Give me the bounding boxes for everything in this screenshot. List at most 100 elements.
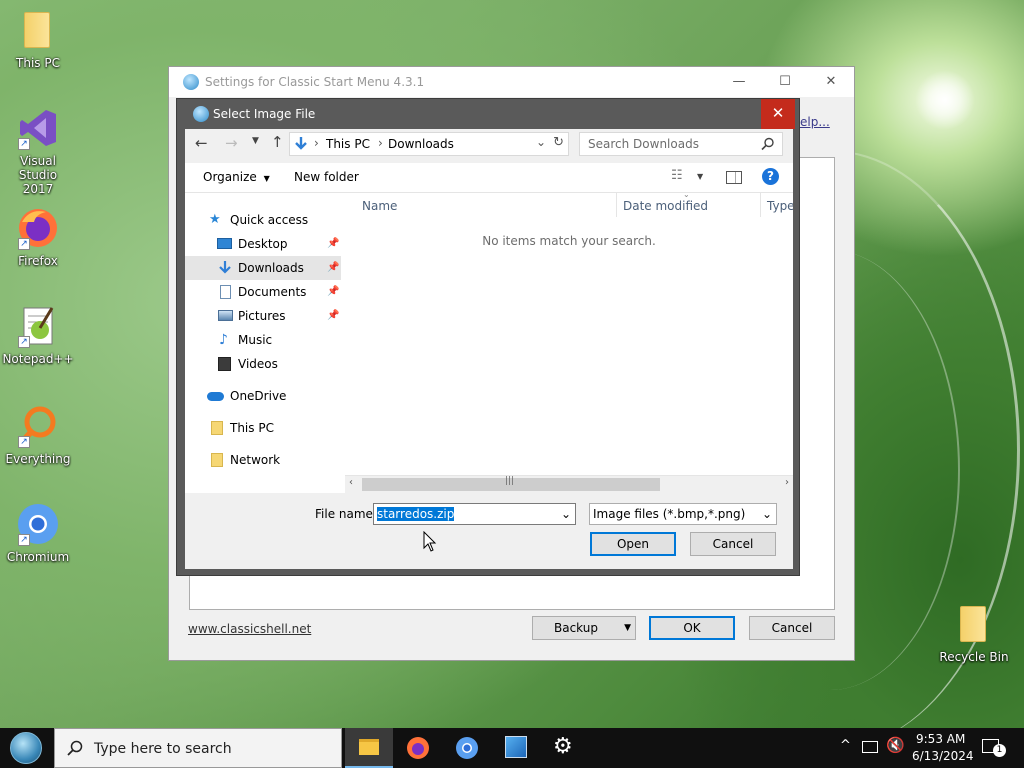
desktop-icon-firefox[interactable]: ↗ Firefox [0,206,76,268]
visual-studio-icon: ↗ [16,106,60,150]
chromium-icon: ↗ [16,502,60,546]
up-arrow-icon[interactable]: ↑ [271,133,284,151]
nav-item-onedrive[interactable]: OneDrive [185,384,341,408]
taskbar-settings[interactable]: ⚙ [541,728,589,768]
mouse-cursor-icon [423,531,437,552]
view-options-icon[interactable]: ☷ [671,168,683,183]
column-header-name[interactable]: Name [345,193,617,217]
refresh-icon[interactable]: ↻ [553,135,564,150]
forward-arrow-icon[interactable]: → [225,134,238,152]
pin-icon[interactable]: 📌 [327,256,339,280]
nav-label: OneDrive [230,389,287,403]
recent-locations-chevron-icon[interactable]: ▼ [252,136,259,146]
address-bar[interactable]: › This PC › Downloads ⌄ ↻ [289,132,569,156]
preview-pane-icon[interactable] [726,171,742,184]
notification-center-button[interactable]: 1 [976,734,1016,762]
taskbar-search-input[interactable]: Type here to search [94,741,232,757]
chevron-down-icon: ▼ [263,174,270,183]
desktop-icon-visual-studio[interactable]: ↗ Visual Studio 2017 [0,106,76,196]
notepad-plus-plus-icon: ↗ [16,304,60,348]
maximize-button[interactable]: ☐ [762,67,808,97]
nav-item-music[interactable]: ♪ Music [185,328,341,352]
firefox-icon: ↗ [16,206,60,250]
column-header-date-modified[interactable]: ⌄ Date modified [617,190,761,217]
taskbar-search-box[interactable]: Type here to search [54,728,342,768]
nav-item-network[interactable]: Network [185,448,341,472]
view-chevron-down-icon[interactable]: ▼ [697,172,703,181]
navigation-pane: ★ Quick access Desktop 📌 Downloads 📌 Doc… [185,193,345,493]
file-type-value: Image files (*.bmp,*.png) [593,507,746,521]
nav-item-documents[interactable]: Documents 📌 [185,280,341,304]
folder-icon [211,453,223,467]
pin-icon[interactable]: 📌 [327,304,339,328]
new-folder-button[interactable]: New folder [294,170,359,184]
dialog-close-button[interactable]: ✕ [761,99,795,129]
nav-item-videos[interactable]: Videos [185,352,341,376]
taskbar-firefox[interactable] [394,728,442,768]
nav-item-this-pc[interactable]: This PC [185,416,341,440]
horizontal-scrollbar[interactable]: ‹ ||| › [345,475,793,493]
search-box[interactable]: Search Downloads [579,132,783,156]
website-link[interactable]: www.classicshell.net [188,622,311,636]
nav-label: Desktop [238,237,288,251]
taskbar-paint[interactable] [492,728,540,768]
download-arrow-icon [219,261,231,274]
cancel-button[interactable]: Cancel [690,532,776,556]
nav-label: Videos [238,357,278,371]
dropdown-arrow-icon: ▼ [624,623,631,633]
backup-button-label: Backup [554,621,598,635]
nav-item-quick-access[interactable]: ★ Quick access [185,208,341,232]
dialog-titlebar[interactable]: Select Image File [177,99,799,129]
help-button[interactable]: ? [762,168,779,185]
scrollbar-thumb[interactable]: ||| [362,476,660,491]
pin-icon[interactable]: 📌 [327,232,339,256]
chevron-down-icon[interactable]: ⌄ [561,504,571,524]
video-icon [218,357,231,371]
clock-date[interactable]: 6/13/2024 [912,749,974,763]
desktop-icon-label: Everything [5,452,71,466]
clock-time[interactable]: 9:53 AM [916,732,965,746]
nav-item-downloads[interactable]: Downloads 📌 [185,256,341,280]
volume-muted-icon[interactable]: 🔇 [886,736,905,754]
minimize-button[interactable]: — [716,67,762,97]
select-image-dialog: Select Image File ✕ ← → ▼ ↑ › This PC › … [176,98,800,576]
desktop-icon-everything[interactable]: ↗ Everything [0,404,76,466]
organize-menu[interactable]: Organize ▼ [203,170,270,184]
column-header-type[interactable]: Type [761,193,793,217]
app-icon [183,74,199,90]
desktop-icon-notepad[interactable]: ↗ Notepad++ [0,304,76,366]
chevron-down-icon: ⌄ [761,507,772,521]
scroll-left-icon[interactable]: ‹ [349,477,353,488]
start-button[interactable] [6,730,46,766]
taskbar-chromium[interactable] [443,728,491,768]
file-type-select[interactable]: Image files (*.bmp,*.png) ⌄ [589,503,777,525]
show-hidden-icons-chevron-icon[interactable]: ^ [840,738,851,753]
nav-item-desktop[interactable]: Desktop 📌 [185,232,341,256]
file-name-label: File name: [315,507,377,521]
ok-button[interactable]: OK [649,616,735,640]
file-explorer-icon [359,739,379,755]
settings-cancel-button[interactable]: Cancel [749,616,835,640]
firefox-icon [407,737,429,759]
dialog-app-icon [193,106,209,122]
backup-button[interactable]: Backup ▼ [532,616,636,640]
nav-item-pictures[interactable]: Pictures 📌 [185,304,341,328]
breadcrumb-this-pc[interactable]: This PC [326,137,370,151]
open-button[interactable]: Open [590,532,676,556]
network-icon[interactable] [862,741,878,753]
address-dropdown-icon[interactable]: ⌄ [536,135,546,149]
scroll-right-icon[interactable]: › [785,477,789,488]
back-arrow-icon[interactable]: ← [195,134,208,152]
desktop-icon-recycle-bin[interactable]: Recycle Bin [936,602,1012,664]
nav-label: Quick access [230,213,309,227]
breadcrumb-downloads[interactable]: Downloads [388,137,454,151]
desktop-icon-chromium[interactable]: ↗ Chromium [0,502,76,564]
taskbar-file-explorer[interactable] [345,728,393,768]
cloud-icon [207,392,224,401]
start-orb-icon [10,732,42,764]
pin-icon[interactable]: 📌 [327,280,339,304]
file-name-input[interactable]: starredos.zip ⌄ [373,503,576,525]
close-button[interactable]: ✕ [808,67,854,97]
desktop-icon-this-pc[interactable]: This PC [0,8,76,70]
search-input[interactable]: Search Downloads [588,137,699,151]
